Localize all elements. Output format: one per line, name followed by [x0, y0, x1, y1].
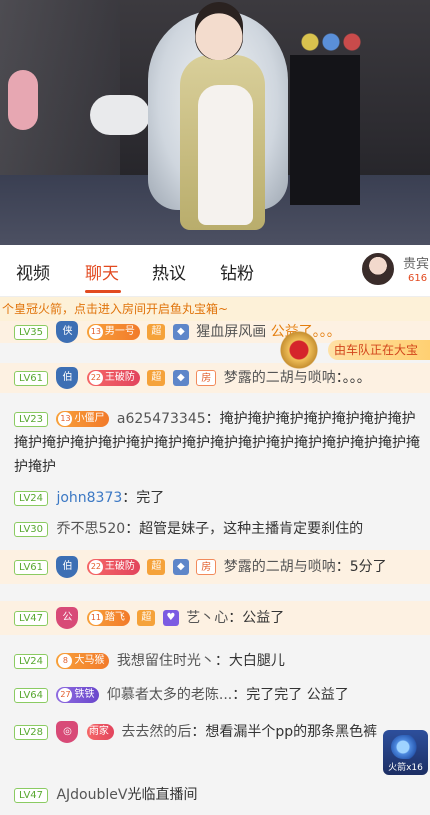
- chat-username[interactable]: 乔不思520: [56, 521, 125, 537]
- noble-shield-icon: ◎: [56, 721, 79, 743]
- noble-shield-icon: 公: [56, 607, 79, 629]
- room-manager-badge: 房: [196, 370, 217, 386]
- user-level-badge: LV30: [14, 521, 48, 537]
- fleet-notice-tag[interactable]: 由车队正在大宝: [328, 340, 430, 360]
- figurines: [296, 28, 366, 56]
- fan-badge: 22 王破防: [86, 370, 140, 386]
- user-level-badge: LV47: [14, 610, 48, 626]
- active-tab-indicator: [85, 290, 121, 293]
- chat-message: LV30 乔不思520：超管是妹子，这种主播肯定要刹住的: [0, 517, 430, 541]
- swan-plush: [90, 95, 150, 135]
- chat-username[interactable]: 仰慕者太多的老陈...: [107, 687, 232, 703]
- towel: [198, 85, 253, 225]
- user-level-badge: LV23: [14, 411, 48, 427]
- tab-chat[interactable]: 聊天: [85, 259, 119, 284]
- super-badge: 超: [147, 559, 166, 575]
- chat-username[interactable]: 猩血屏风画: [196, 324, 266, 340]
- fan-badge: 8 大马猴: [56, 653, 110, 669]
- chat-message: LV47 公 11 踏飞 超 ♥ 艺丶心：公益了: [0, 601, 430, 635]
- chat-text: ：。。。: [335, 370, 371, 386]
- chat-username[interactable]: 艺丶心: [186, 610, 228, 626]
- super-badge: 超: [137, 610, 156, 626]
- rocket-gift-widget[interactable]: 火箭x16: [383, 730, 428, 775]
- rocket-count-label: 火箭x16: [388, 763, 423, 773]
- user-level-badge: LV61: [14, 370, 48, 386]
- user-level-badge: LV61: [14, 559, 48, 575]
- chat-message: LV61 伯 22 王破防 超 ◆ 房 梦露的二胡与唢呐：。。。: [0, 363, 430, 393]
- user-level-badge: LV28: [14, 724, 48, 740]
- user-level-badge: LV64: [14, 687, 48, 703]
- fan-badge: 11 踏飞: [86, 610, 130, 626]
- chat-username[interactable]: 去去然的后: [121, 724, 191, 740]
- chat-username[interactable]: a625473345: [117, 411, 206, 427]
- noble-shield-icon: 伯: [56, 367, 79, 389]
- fan-badge: 13 小僵尸: [56, 411, 110, 427]
- chat-list[interactable]: LV35 侠 13男一号 超 ◆ 猩血屏风画 公益了。。。 LV61 伯 22王…: [0, 321, 430, 815]
- guest-label[interactable]: 贵宾: [403, 253, 429, 272]
- chat-message: LV24 john8373：完了: [0, 486, 430, 510]
- medal-icon[interactable]: [275, 330, 323, 370]
- guest-count: 616: [408, 273, 428, 284]
- chat-text: ：想看漏半个pp的那条黑色裤: [191, 724, 378, 740]
- heart-gift-icon: ♥: [162, 610, 179, 626]
- avatar-frame-icon: ◆: [172, 559, 189, 575]
- avatar-frame-icon: ◆: [172, 324, 189, 340]
- chat-username[interactable]: john8373: [56, 490, 122, 506]
- noble-shield-icon: 侠: [56, 321, 79, 343]
- noble-shield-icon: 伯: [56, 556, 79, 578]
- chat-username[interactable]: 梦露的二胡与唢呐: [224, 559, 336, 575]
- fan-badge: 13 男一号: [86, 324, 140, 340]
- chat-username[interactable]: 梦露的二胡与唢呐: [224, 370, 336, 386]
- room-manager-badge: 房: [196, 559, 217, 575]
- chat-message: LV24 8 大马猴 我想留住时光丶：大白腿儿: [0, 649, 430, 673]
- tab-video[interactable]: 视频: [16, 259, 50, 284]
- chat-username[interactable]: AJdoubleV: [56, 787, 127, 803]
- cabinet: [290, 55, 360, 205]
- fan-badge: 雨家: [86, 724, 114, 740]
- chat-text: ：完了: [122, 490, 165, 506]
- super-badge: 超: [147, 370, 166, 386]
- chat-text: ：大白腿儿: [214, 653, 285, 669]
- chat-message: LV28 ◎ 雨家 去去然的后：想看漏半个pp的那条黑色裤: [0, 720, 430, 770]
- chat-text: ：5分了: [335, 559, 387, 575]
- super-badge: 超: [147, 324, 166, 340]
- chat-message: LV47 AJdoubleV光临直播间: [0, 783, 430, 807]
- tab-diamond-fans[interactable]: 钻粉: [220, 259, 254, 284]
- user-level-badge: LV35: [14, 324, 48, 340]
- live-video-player[interactable]: [0, 0, 430, 245]
- chat-text: ：公益了: [228, 610, 285, 626]
- chat-message: LV23 13 小僵尸 a625473345：掩护掩护掩护掩护掩护掩护掩护掩护掩护…: [0, 407, 430, 479]
- guest-avatar[interactable]: [360, 251, 396, 287]
- tab-discussion[interactable]: 热议: [152, 259, 186, 284]
- rocket-icon: [391, 735, 421, 759]
- chat-text: 光临直播间: [127, 787, 198, 803]
- plush-toy: [8, 70, 38, 130]
- streamer-head: [195, 2, 243, 60]
- rocket-notice-banner[interactable]: 个皇冠火箭，点击进入房间开启鱼丸宝箱~: [0, 297, 430, 321]
- user-level-badge: LV47: [14, 787, 48, 803]
- chat-message: LV61 伯 22 王破防 超 ◆ 房 梦露的二胡与唢呐：5分了: [0, 550, 430, 584]
- user-level-badge: LV24: [14, 490, 48, 506]
- fan-badge: 27 铁铁: [56, 687, 100, 703]
- user-level-badge: LV24: [14, 653, 48, 669]
- avatar-frame-icon: ◆: [172, 370, 189, 386]
- chat-text: ：超管是妹子，这种主播肯定要刹住的: [125, 521, 364, 537]
- chat-message: LV64 27 铁铁 仰慕者太多的老陈...：完了完了 公益了: [0, 683, 430, 707]
- chat-username[interactable]: 我想留住时光丶: [117, 653, 215, 669]
- chat-text: ：完了完了 公益了: [232, 687, 349, 703]
- fan-badge: 22 王破防: [86, 559, 140, 575]
